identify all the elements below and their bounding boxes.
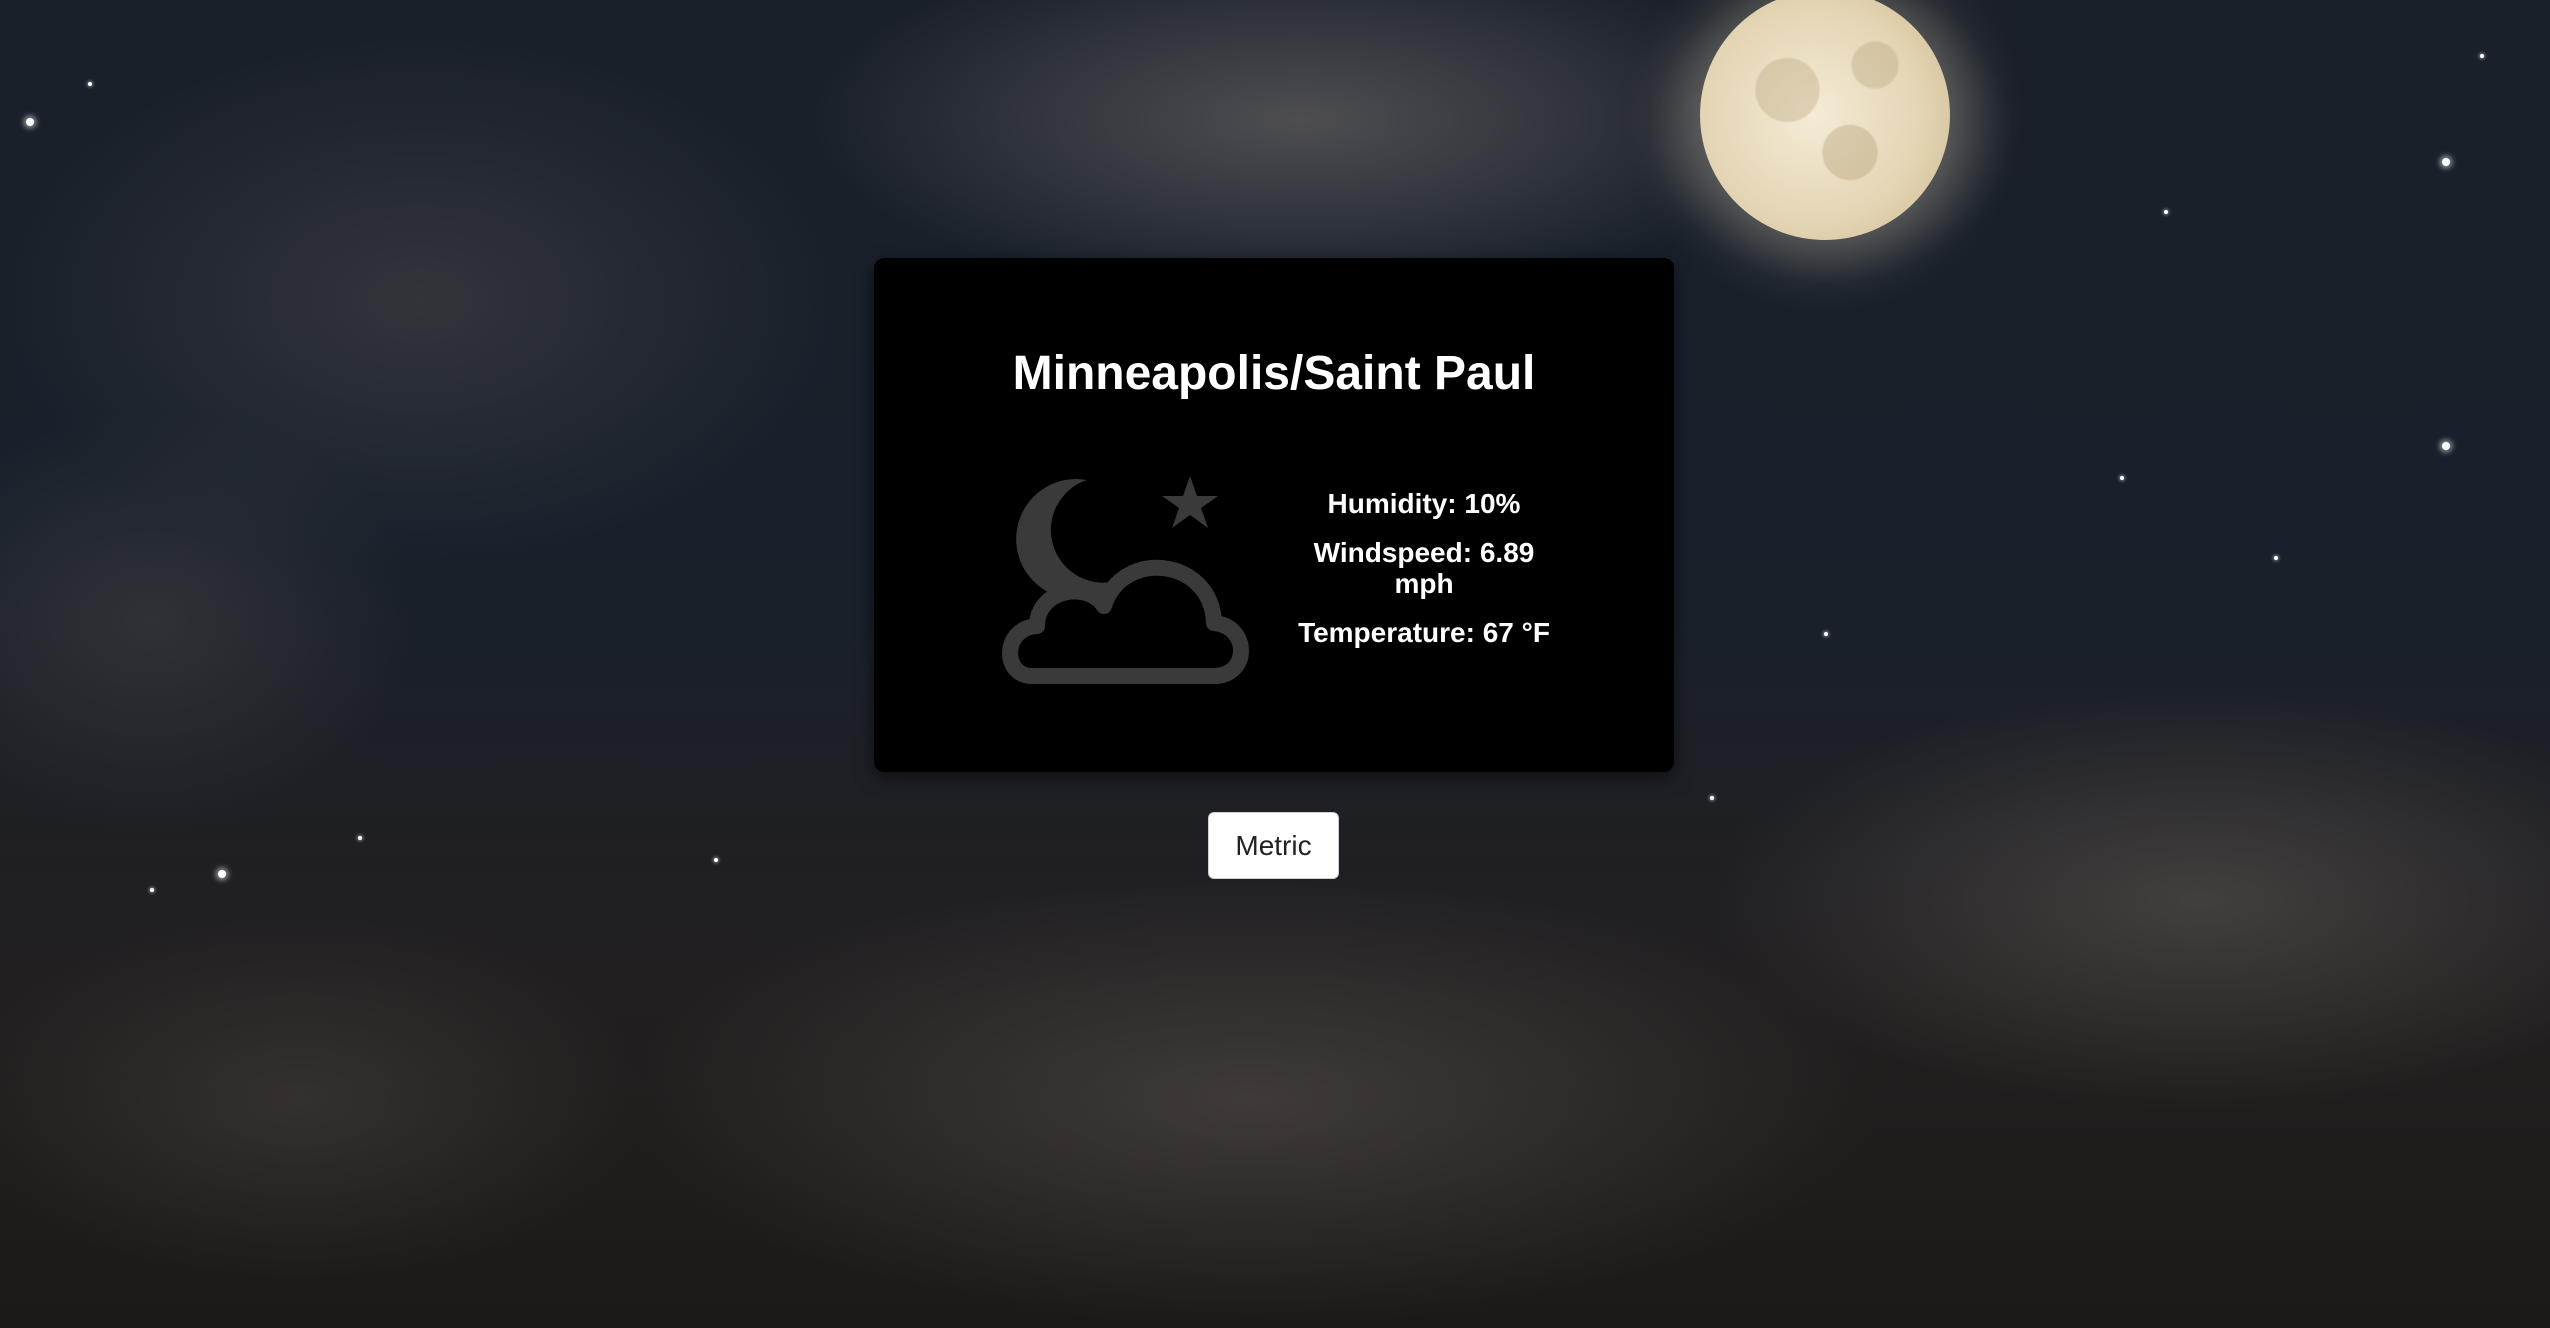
- partly-cloudy-night-icon: [1002, 476, 1249, 684]
- temperature-value: Temperature: 67 °F: [1298, 617, 1550, 648]
- city-title: Minneapolis/Saint Paul: [1012, 347, 1536, 400]
- star: [2442, 442, 2450, 450]
- star: [2480, 54, 2484, 58]
- star: [2442, 158, 2450, 166]
- star: [2274, 556, 2278, 560]
- star: [26, 118, 34, 126]
- weather-card: Minneapolis/Saint Paul Humidity: 10% Win…: [874, 258, 1674, 772]
- star: [2120, 476, 2124, 480]
- weather-stats: Humidity: 10% Windspeed: 6.89 mph Temper…: [1294, 488, 1554, 666]
- star: [1824, 632, 1828, 636]
- star: [218, 870, 226, 878]
- star: [88, 82, 92, 86]
- windspeed-value: Windspeed: 6.89 mph: [1313, 537, 1535, 599]
- star: [1710, 796, 1714, 800]
- star: [358, 836, 362, 840]
- metric-toggle-button[interactable]: Metric: [1208, 812, 1339, 879]
- humidity-value: Humidity: 10%: [1327, 488, 1521, 519]
- star: [714, 858, 718, 862]
- star: [150, 888, 154, 892]
- star: [2164, 210, 2168, 214]
- moon: [1700, 0, 1950, 240]
